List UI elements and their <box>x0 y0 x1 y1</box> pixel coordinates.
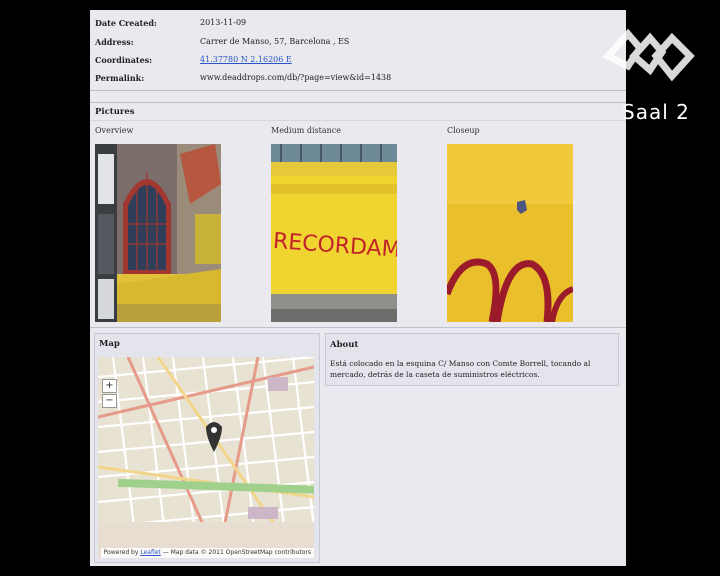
permalink-label: Permalink: <box>95 73 145 83</box>
closeup-label: Closeup <box>447 126 480 135</box>
divider <box>90 327 626 328</box>
dead-drop-page: Date Created: 2013-11-09 Address: Carrer… <box>90 10 626 566</box>
attribution-suffix: — Map data © 2011 OpenStreetMap contribu… <box>162 549 311 556</box>
zoom-in-button[interactable]: + <box>102 379 117 393</box>
date-created-value: 2013-11-09 <box>200 18 247 27</box>
about-text: Está colocado en la esquina C/ Manso con… <box>330 359 591 379</box>
pictures-heading: Pictures <box>95 107 135 117</box>
about-heading: About <box>330 340 359 350</box>
medium-distance-photo[interactable]: RECORDAMO <box>271 144 397 322</box>
attribution-prefix: Powered by <box>103 549 139 556</box>
divider <box>90 90 626 91</box>
map-attribution: Powered by Leaflet — Map data © 2011 Ope… <box>100 548 314 558</box>
permalink-value: www.deaddrops.com/db/?page=view&id=1438 <box>200 73 392 82</box>
coordinates-link[interactable]: 41.37780 N 2.16206 E <box>200 55 292 64</box>
closeup-photo[interactable] <box>447 144 573 322</box>
about-panel: About Está colocado en la esquina C/ Man… <box>325 333 619 386</box>
divider <box>90 120 626 121</box>
map-heading: Map <box>99 339 120 349</box>
medium-distance-label: Medium distance <box>271 126 342 135</box>
zoom-out-button[interactable]: − <box>102 394 117 408</box>
overview-photo[interactable] <box>95 144 221 322</box>
channel-name: Saal 2 <box>622 100 690 124</box>
map-view[interactable]: + − Powered by Leaflet — Map data © 2011… <box>98 357 314 558</box>
leaflet-link[interactable]: Leaflet <box>140 549 160 556</box>
address-label: Address: <box>95 37 134 47</box>
overview-label: Overview <box>95 126 134 135</box>
divider <box>90 102 626 103</box>
channel-logo <box>602 28 695 82</box>
address-value: Carrer de Manso, 57, Barcelona , ES <box>200 37 350 46</box>
coordinates-label: Coordinates: <box>95 55 153 65</box>
date-created-label: Date Created: <box>95 18 157 28</box>
details-panel: Date Created: 2013-11-09 Address: Carrer… <box>90 10 626 90</box>
